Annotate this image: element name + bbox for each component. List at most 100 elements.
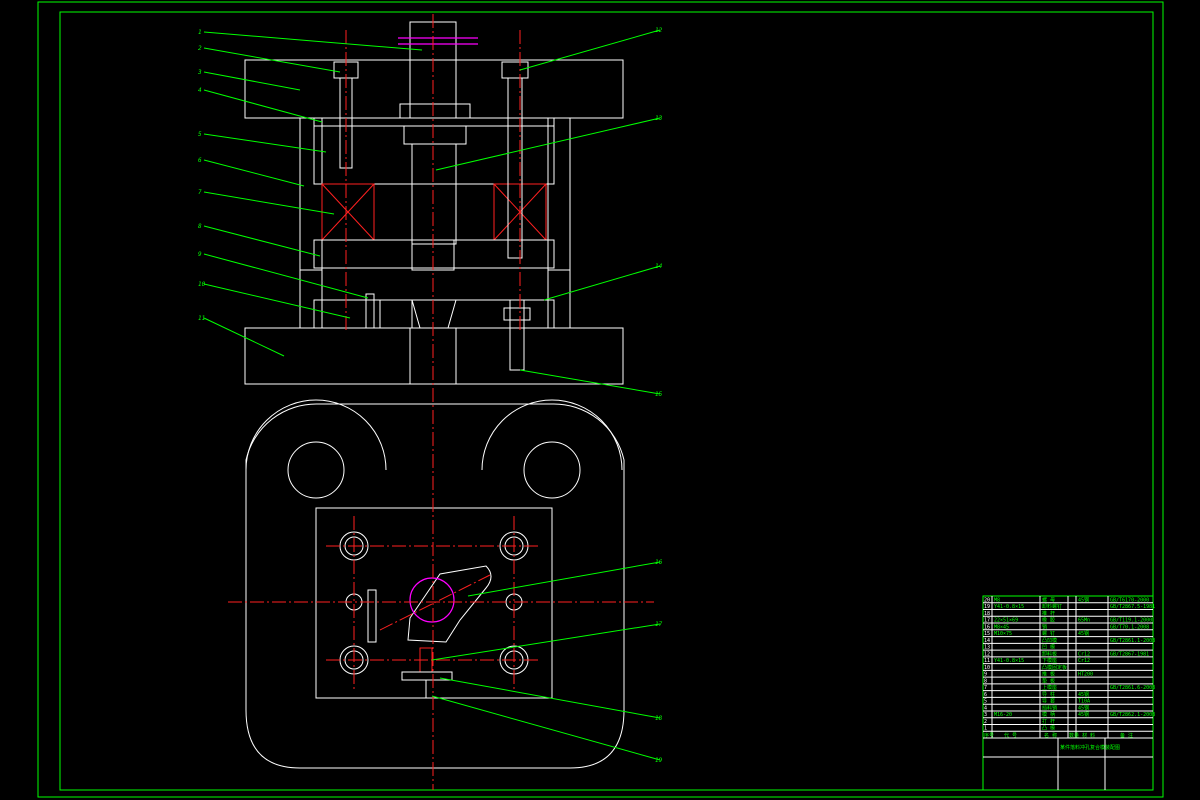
section-view xyxy=(244,21,624,385)
balloon-label: 17 xyxy=(655,621,663,628)
bom-no: 4 xyxy=(984,705,987,711)
leaders-left xyxy=(203,31,423,357)
cad-drawing: 1234567891011 1213141516171819 20 M8 螺 母 45… xyxy=(37,1,1164,798)
bom-name: 凸模固定板 xyxy=(1042,664,1067,671)
bom-name: 导 柱 xyxy=(1042,691,1055,698)
bom-material: 45钢 xyxy=(1078,711,1089,718)
bom-standard: GB/T2867-1981 xyxy=(1110,651,1149,657)
balloons-right: 12 13 14 15 16 17 18 19 xyxy=(655,27,663,764)
bom-no: 20 xyxy=(984,597,990,603)
bom-spec: Y41-0.8×15 xyxy=(994,604,1024,610)
pierce-hole xyxy=(409,577,455,623)
inner-frame xyxy=(59,11,1154,791)
bom-standard: GB/T2867.5-1981 xyxy=(1110,604,1155,610)
bom-header-name: 名 称 xyxy=(1044,732,1057,739)
bom-no: 12 xyxy=(984,651,990,657)
bom-name: 推 板 xyxy=(1042,671,1055,678)
bom-name: 卸料板 xyxy=(1042,650,1057,657)
guide-sleeve-left xyxy=(299,117,323,271)
bom-material: 45钢 xyxy=(1078,704,1089,711)
bom-no: 17 xyxy=(984,618,990,624)
bom-header-mat: 材 料 xyxy=(1082,732,1095,739)
balloon-label: 18 xyxy=(655,715,663,722)
bom-name: 橡 胶 xyxy=(1042,617,1055,624)
rubber-spring-left xyxy=(321,183,375,241)
bom-material: 65Mn xyxy=(1078,618,1090,624)
bom-header-spec: 代 号 xyxy=(1004,732,1017,739)
bom-no: 6 xyxy=(984,692,987,698)
bom-name: 螺 钉 xyxy=(1042,630,1055,637)
die-plate-plan xyxy=(315,507,553,699)
bom-name: 挡料销 xyxy=(1042,704,1057,711)
balloon-label: 12 xyxy=(655,27,663,34)
upper-die-seat xyxy=(244,59,624,119)
balloon-label: 3 xyxy=(197,69,202,76)
bom-spec: Y41-0.8×15 xyxy=(994,658,1024,664)
balloon-label: 6 xyxy=(198,157,202,164)
balloon-label: 2 xyxy=(198,45,202,52)
balloon-label: 9 xyxy=(198,251,202,258)
bom-no: 19 xyxy=(984,604,990,610)
part-outline xyxy=(407,565,492,643)
outer-frame xyxy=(37,1,1164,798)
bom-name: 打 杆 xyxy=(1042,718,1055,725)
bom-no: 1 xyxy=(984,726,987,732)
bom-material: T10A xyxy=(1078,699,1090,705)
centerlines xyxy=(228,14,654,790)
punch-fix-plate xyxy=(313,125,555,185)
bom-no: 9 xyxy=(984,672,987,678)
bom-no: 5 xyxy=(984,699,987,705)
bom-name: 卸料螺钉 xyxy=(1042,603,1062,610)
bom-name: 垫 板 xyxy=(1042,677,1055,684)
bom-standard: GB/T2862.1-2008 xyxy=(1110,712,1155,718)
bom-header-note: 备 注 xyxy=(1120,732,1133,739)
bom-standard: GB/T70.1-2008 xyxy=(1110,624,1149,630)
bom-material: Cr12 xyxy=(1078,651,1090,657)
bom-spec: M10×75 xyxy=(994,631,1012,637)
balloon-label: 1 xyxy=(198,29,202,36)
bom-no: 10 xyxy=(984,665,990,671)
bom-spec: 22×51×69 xyxy=(994,618,1018,624)
bom-name: 凸凹模 xyxy=(1042,637,1057,644)
lower-seat-outline xyxy=(245,403,625,769)
bom-material: HT200 xyxy=(1078,672,1093,678)
drawing-title: 某件落料冲孔复合模装配图 xyxy=(1060,744,1120,751)
bom-standard: GB/T2861.6-2008 xyxy=(1110,685,1155,691)
bom-material: 45钢 xyxy=(1078,691,1089,698)
bom-name: 上模座 xyxy=(1042,684,1057,691)
bom-name: 凹 模 xyxy=(1042,644,1055,651)
bom-no: 18 xyxy=(984,611,990,617)
bom-name: 销 xyxy=(1042,623,1047,630)
bom-header-no: 序号 xyxy=(984,732,994,739)
bom-header-qty: 数量 xyxy=(1069,732,1079,739)
bom-standard: GB/T6170-2000 xyxy=(1110,597,1149,603)
balloon-label: 7 xyxy=(198,189,202,196)
bom-no: 15 xyxy=(984,631,990,637)
guide-sleeve-right xyxy=(547,117,571,271)
balloons-left: 1 2 3 4 5 6 7 8 9 10 11 xyxy=(197,29,206,322)
balloon-label: 16 xyxy=(655,559,663,566)
bom-name: 推 杆 xyxy=(1042,610,1055,617)
bom-spec: M16-20 xyxy=(994,712,1012,718)
plan-view xyxy=(245,399,625,769)
bom-no: 16 xyxy=(984,624,990,630)
bom-name: 螺 母 xyxy=(1042,596,1055,603)
bom-no: 7 xyxy=(984,685,987,691)
balloon-label: 19 xyxy=(655,757,663,764)
bom-no: 14 xyxy=(984,638,990,644)
bom-material: 45钢 xyxy=(1078,596,1089,603)
bom-name: 下模座 xyxy=(1042,657,1057,664)
bom-spec: M8×45 xyxy=(994,624,1009,630)
bom-no: 2 xyxy=(984,719,987,725)
bom-name: 模 柄 xyxy=(1042,711,1055,718)
bom-no: 11 xyxy=(984,658,990,664)
bom-material: 45钢 xyxy=(1078,630,1089,637)
balloon-label: 14 xyxy=(655,263,663,270)
balloon-label: 5 xyxy=(198,131,202,138)
bom-no: 8 xyxy=(984,678,987,684)
bom-material: Cr12 xyxy=(1078,658,1090,664)
balloon-label: 4 xyxy=(198,87,202,94)
title-block: 20 M8 螺 母 45钢 GB/T6170-200019 Y41-0.8×15 卸料螺钉 G… xyxy=(982,595,1155,791)
screw-right xyxy=(501,61,529,79)
balloon-label: 11 xyxy=(198,315,205,322)
